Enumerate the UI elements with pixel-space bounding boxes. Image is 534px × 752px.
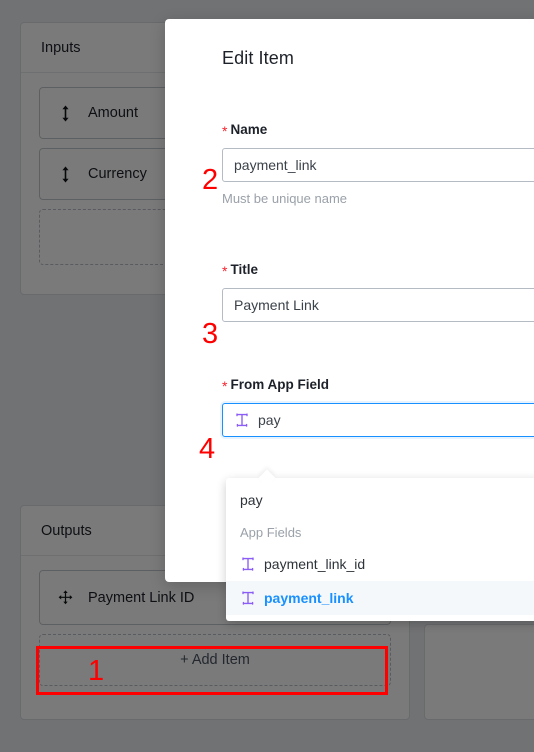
- name-input-value: payment_link: [234, 157, 317, 173]
- annotation-number-2: 2: [202, 164, 219, 196]
- title-field-label: * Title: [222, 262, 534, 279]
- from-app-field-input[interactable]: pay: [222, 403, 534, 437]
- form-spacer: [222, 322, 534, 377]
- title-field-group: * Title Payment Link: [222, 262, 534, 322]
- annotation-number-1: 1: [88, 655, 105, 687]
- dropdown-option-payment-link[interactable]: payment_link: [226, 581, 534, 615]
- from-app-field-label: * From App Field: [222, 377, 534, 394]
- name-field-group: * Name payment_link Must be unique name: [222, 122, 534, 206]
- dropdown-option-label: payment_link_id: [264, 556, 366, 572]
- edit-item-form: * Name payment_link Must be unique name *…: [222, 122, 534, 437]
- name-field-hint: Must be unique name: [222, 191, 348, 206]
- required-asterisk: *: [222, 378, 228, 394]
- annotation-number-3: 3: [202, 318, 219, 350]
- text-type-t-icon: [240, 557, 255, 572]
- name-label-text: Name: [230, 122, 268, 137]
- dropdown-group-label: App Fields: [226, 517, 534, 547]
- from-app-field-label-text: From App Field: [230, 377, 329, 392]
- required-asterisk: *: [222, 263, 228, 279]
- title-input-value: Payment Link: [234, 297, 319, 313]
- app-field-dropdown: pay App Fields payment_link_id payment_l…: [226, 469, 534, 621]
- text-type-t-icon: [234, 413, 249, 428]
- dropdown-free-text-option[interactable]: pay: [226, 483, 534, 517]
- required-asterisk: *: [222, 123, 228, 139]
- form-spacer: [222, 206, 534, 262]
- dropdown-option-payment-link-id[interactable]: payment_link_id: [226, 547, 534, 581]
- modal-title: Edit Item: [222, 48, 294, 68]
- name-field-label: * Name: [222, 122, 534, 139]
- name-input[interactable]: payment_link: [222, 148, 534, 182]
- screen-root: Inputs Amount: [0, 0, 534, 752]
- dropdown-option-label: payment_link: [264, 590, 354, 606]
- dropdown-group-label-text: App Fields: [240, 524, 302, 540]
- annotation-number-4: 4: [199, 433, 216, 465]
- title-input[interactable]: Payment Link: [222, 288, 534, 322]
- from-app-field-value: pay: [258, 412, 281, 428]
- text-type-t-icon: [240, 591, 255, 606]
- from-app-field-group: * From App Field pay: [222, 377, 534, 437]
- dropdown-free-text-label: pay: [240, 492, 263, 508]
- title-label-text: Title: [230, 262, 258, 277]
